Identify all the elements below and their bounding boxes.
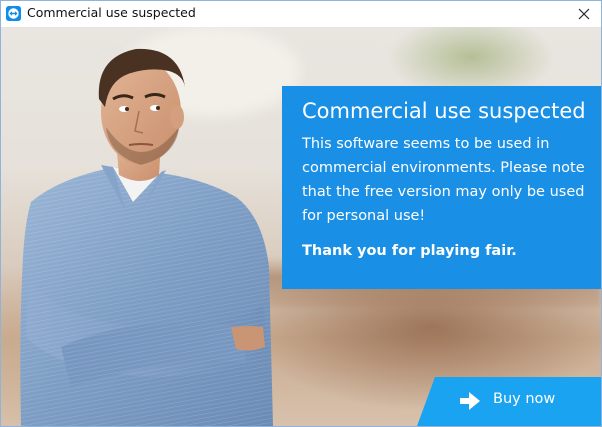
close-icon — [578, 8, 590, 20]
panel-body-text: This software seems to be used in commer… — [302, 136, 585, 224]
teamviewer-icon — [6, 6, 21, 21]
content-area: Commercial use suspected This software s… — [1, 27, 601, 426]
window-title: Commercial use suspected — [27, 5, 196, 20]
close-button[interactable] — [567, 1, 601, 27]
info-panel: Commercial use suspected This software s… — [282, 86, 601, 289]
buy-now-button[interactable]: Buy now — [417, 377, 601, 426]
arrow-right-icon — [460, 392, 480, 410]
buy-now-label: Buy now — [493, 391, 556, 407]
person-illustration — [20, 48, 274, 426]
title-bar: Commercial use suspected — [1, 1, 601, 27]
panel-thanks-text: Thank you for playing fair. — [302, 243, 517, 259]
panel-heading: Commercial use suspected — [302, 99, 586, 123]
dialog-window: Commercial use suspected Commercial use … — [0, 0, 602, 427]
